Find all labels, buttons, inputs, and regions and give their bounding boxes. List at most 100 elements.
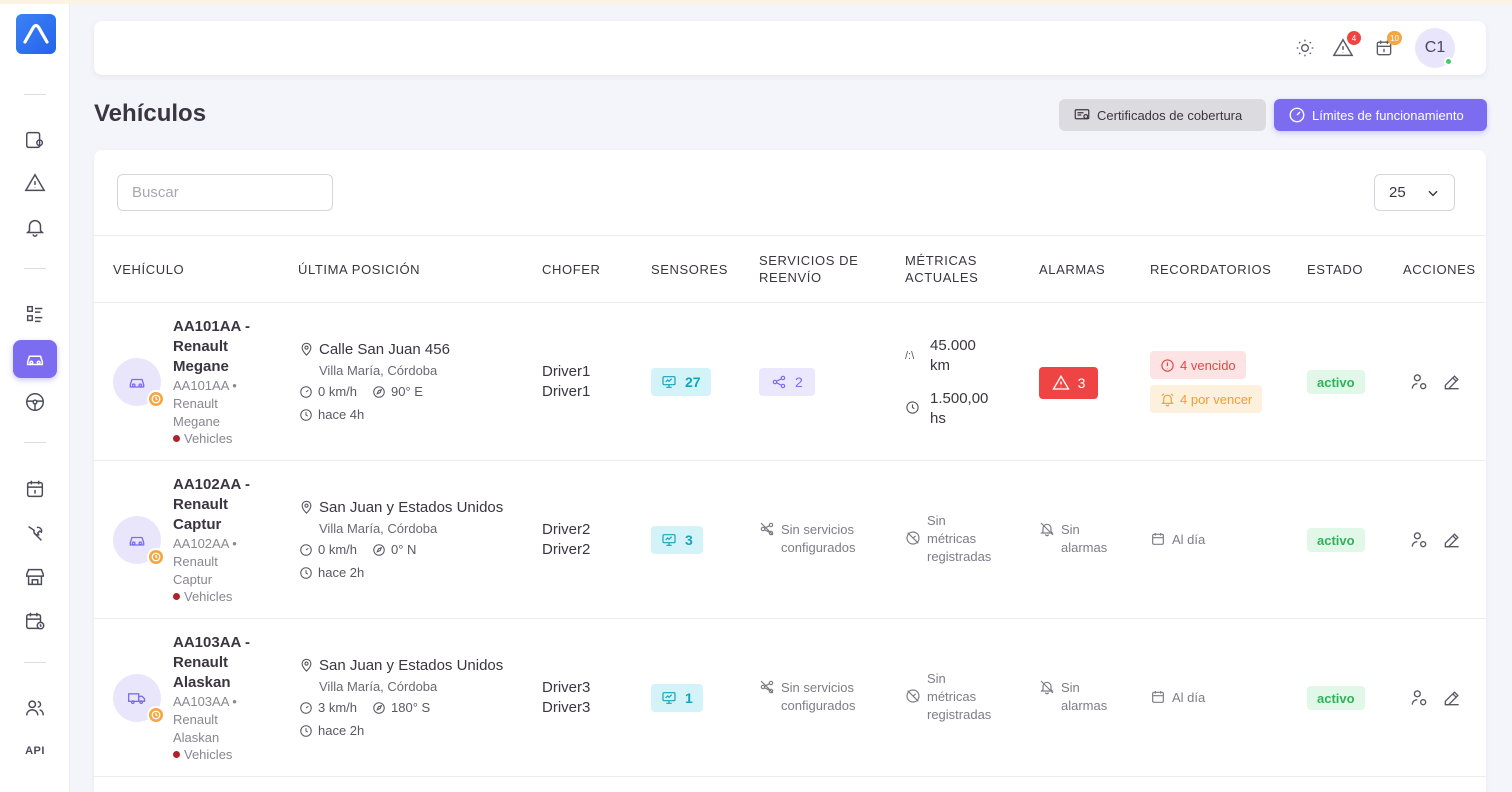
sidebar-item-vehicles[interactable] — [13, 340, 57, 378]
edit-button[interactable] — [1442, 372, 1462, 392]
sensors-chip[interactable]: 1 — [651, 684, 703, 712]
vehicle-title[interactable]: AA102AA - Renault Captur — [173, 475, 263, 535]
calendar-icon — [1152, 533, 1164, 545]
user-avatar[interactable]: C1 — [1415, 28, 1455, 68]
page-title: Vehículos — [94, 100, 207, 127]
time-value: hace 4h — [318, 407, 365, 422]
column-header-alarms[interactable]: ALARMAS — [1039, 236, 1105, 302]
position-address[interactable]: San Juan y Estados Unidos — [299, 657, 503, 674]
store-icon — [26, 568, 44, 586]
edit-icon — [1444, 375, 1459, 390]
sensors-chip[interactable]: 3 — [651, 526, 703, 554]
monitor-icon — [662, 534, 676, 546]
position-address[interactable]: San Juan y Estados Unidos — [299, 499, 503, 516]
sidebar-item-calendar[interactable] — [13, 470, 57, 508]
vehicle-title[interactable]: AA103AA - Renault Alaskan — [173, 633, 263, 693]
alarms-chip[interactable]: 3 — [1039, 367, 1098, 399]
limits-button[interactable]: Límites de funcionamiento — [1274, 99, 1487, 131]
alert-triangle-icon — [24, 173, 46, 192]
sensors-chip[interactable]: 27 — [651, 368, 711, 396]
column-header-forwarding[interactable]: SERVICIOS DE REENVÍO — [759, 236, 858, 302]
calendar-button[interactable]: 10 — [1371, 31, 1402, 61]
position-time: hace 2h — [299, 723, 364, 738]
edit-button[interactable] — [1442, 530, 1462, 550]
edit-button[interactable] — [1442, 688, 1462, 708]
certificates-button[interactable]: Certificados de cobertura — [1059, 99, 1266, 131]
assign-driver-button[interactable] — [1409, 372, 1429, 392]
vehicle-sub-l3: Captur — [173, 572, 213, 587]
vehicles-card: 25 VEHÍCULO ÚLTIMA POSICIÓN CHOFER SENSO… — [94, 150, 1486, 792]
sidebar-item-schedule[interactable] — [13, 602, 57, 640]
clock-badge-icon — [147, 390, 165, 408]
column-header-reminders[interactable]: RECORDATORIOS — [1150, 236, 1271, 302]
table-row[interactable]: AA103AA - Renault Alaskan AA103AA • Rena… — [94, 619, 1486, 777]
no-alarms-l1: Sin — [1061, 522, 1080, 537]
sidebar-item-users[interactable] — [13, 689, 57, 727]
clock-icon — [300, 724, 312, 737]
user-assign-icon — [1411, 374, 1427, 390]
driver-name: Driver2 — [542, 521, 591, 538]
column-header-driver[interactable]: CHOFER — [542, 236, 601, 302]
sidebar-item-stores[interactable] — [13, 558, 57, 596]
clock-icon — [300, 566, 312, 579]
reminders-label: Al día — [1172, 690, 1206, 705]
bell-off-icon — [1040, 522, 1054, 537]
sidebar-item-maintenance[interactable] — [13, 514, 57, 552]
edit-icon — [1444, 533, 1459, 548]
sidebar-item-drivers[interactable] — [13, 383, 57, 421]
clock-badge-icon — [147, 548, 165, 566]
vehicle-sub-l2: Renault — [173, 396, 218, 411]
sidebar-item-list[interactable] — [13, 295, 57, 333]
position-speed: 3 km/h 180° S — [299, 700, 430, 715]
speedometer-icon — [300, 543, 312, 556]
alerts-button[interactable]: 4 — [1330, 31, 1361, 61]
column-header-sensors[interactable]: SENSORES — [651, 236, 728, 302]
vehicle-title-l3: Alaskan — [173, 674, 231, 691]
vehicle-sub-l3: Alaskan — [173, 730, 220, 745]
vehicle-title[interactable]: AA101AA - Renault Megane — [173, 317, 263, 377]
search-input[interactable] — [117, 174, 333, 211]
user-assign-icon — [1411, 690, 1427, 706]
checklist-icon — [26, 305, 43, 323]
gauge-off-icon — [906, 689, 920, 703]
page-size-select[interactable]: 25 — [1374, 174, 1455, 211]
column-header-metrics[interactable]: MÉTRICAS ACTUALES — [905, 236, 978, 302]
column-header-status[interactable]: ESTADO — [1307, 236, 1363, 302]
assign-driver-button[interactable] — [1409, 688, 1429, 708]
position-speed: 0 km/h 90° E — [299, 384, 423, 399]
calendar-icon — [1152, 691, 1164, 703]
no-metrics: Sin métricas registradas — [905, 670, 991, 724]
sidebar-item-alerts[interactable] — [13, 164, 57, 202]
column-header-position[interactable]: ÚLTIMA POSICIÓN — [298, 236, 420, 302]
app-logo[interactable] — [16, 14, 56, 54]
table-row[interactable]: AA101AA - Renault Megane AA101AA • Renau… — [94, 303, 1486, 461]
sidebar-item-api[interactable]: API — [13, 732, 57, 770]
no-metrics-l3: registradas — [927, 549, 992, 564]
vehicle-sub-l3: Megane — [173, 414, 220, 429]
no-alarms-l1: Sin — [1061, 680, 1080, 695]
car-icon — [129, 536, 145, 546]
no-metrics-l1: Sin — [927, 671, 946, 686]
theme-toggle-button[interactable] — [1292, 35, 1318, 61]
column-header-actions: ACCIONES — [1403, 261, 1476, 277]
share-off-icon — [760, 522, 774, 536]
sidebar-item-notifications[interactable] — [13, 208, 57, 246]
reminder-upcoming-chip[interactable]: 4 por vencer — [1150, 385, 1263, 413]
car-icon — [129, 378, 145, 388]
reminder-overdue-chip[interactable]: 4 vencido — [1150, 351, 1246, 379]
bell-icon — [25, 219, 45, 237]
no-alarms: Sin alarmas — [1039, 679, 1107, 715]
truck-icon — [127, 693, 146, 705]
heading-value: 90° E — [391, 384, 423, 399]
vehicle-avatar — [113, 358, 165, 408]
vehicle-group: Vehicles — [173, 589, 232, 604]
table-row[interactable]: AA102AA - Renault Captur AA102AA • Renau… — [94, 461, 1486, 619]
reminder-upcoming-label: 4 por vencer — [1180, 391, 1253, 407]
sidebar-item-map[interactable] — [13, 121, 57, 159]
driver-name: Driver3 — [542, 679, 591, 696]
assign-driver-button[interactable] — [1409, 530, 1429, 550]
position-address[interactable]: Calle San Juan 456 — [299, 341, 450, 358]
column-header-vehicle[interactable]: VEHÍCULO — [113, 236, 184, 302]
forwarding-chip[interactable]: 2 — [759, 368, 815, 396]
calendar-clock-icon — [26, 612, 45, 630]
